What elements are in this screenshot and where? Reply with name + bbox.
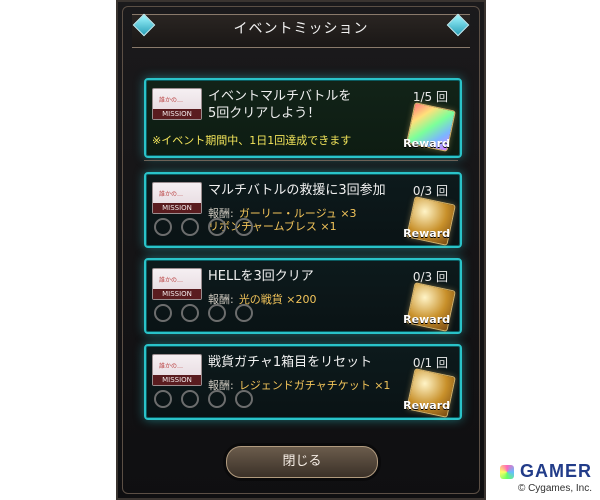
- star-icon: [181, 390, 200, 408]
- mission-title: マルチバトルの救援に3回参加: [208, 183, 386, 198]
- mission-thumbnail-label: MISSION: [153, 109, 201, 119]
- reward-label: Reward: [403, 137, 450, 150]
- star-icon: [208, 304, 227, 322]
- reward-label: Reward: [403, 313, 450, 326]
- mission-title: 戦貨ガチャ1箱目をリセット: [208, 355, 373, 370]
- mission-card-1[interactable]: 誰かの… MISSION イベントマルチバトルを 5回クリアしよう！ 1/5 回…: [144, 78, 462, 158]
- mission-stars: [154, 218, 257, 240]
- mission-thumbnail: 誰かの… MISSION: [152, 268, 202, 300]
- close-button[interactable]: 閉じる: [226, 446, 378, 478]
- mission-thumbnail-text: 誰かの…: [159, 277, 184, 284]
- reward-value: レジェンドガチャチケット ×1: [238, 379, 391, 392]
- star-icon: [235, 218, 254, 236]
- copyright-text: © Cygames, Inc.: [517, 483, 592, 494]
- star-icon: [208, 390, 227, 408]
- mission-stars: [154, 390, 257, 412]
- mission-title-line1: イベントマルチバトルを: [208, 89, 352, 104]
- star-icon: [154, 304, 172, 322]
- mission-thumbnail: 誰かの… MISSION: [152, 354, 202, 386]
- star-icon: [235, 304, 254, 322]
- mission-note: ※イベント期間中、1日1回達成できます: [152, 134, 352, 147]
- mission-thumbnail-text: 誰かの…: [159, 97, 184, 104]
- mission-card-2[interactable]: 誰かの… MISSION マルチバトルの救援に3回参加 0/3 回 報酬: ガー…: [144, 172, 462, 248]
- mission-stars: [154, 304, 257, 326]
- star-icon: [208, 218, 227, 236]
- mission-thumbnail: 誰かの… MISSION: [152, 182, 202, 214]
- mission-title: HELLを3回クリア: [208, 269, 314, 284]
- section-divider: [144, 160, 458, 161]
- mission-thumbnail-text: 誰かの…: [159, 191, 184, 198]
- reward-label: Reward: [403, 399, 450, 412]
- reward-label: Reward: [403, 227, 450, 240]
- gamer-logo-text: GAMER: [520, 461, 592, 481]
- event-missions-dialog: イベントミッション 誰かの… MISSION イベントマルチバトルを 5回クリア…: [116, 0, 486, 500]
- mission-thumbnail-label: MISSION: [153, 289, 201, 299]
- mission-card-3[interactable]: 誰かの… MISSION HELLを3回クリア 0/3 回 報酬: 光の戦貨 ×…: [144, 258, 462, 334]
- dialog-title: イベントミッション: [233, 21, 369, 37]
- star-icon: [154, 390, 172, 408]
- gamer-logo: GAMER: [500, 461, 592, 482]
- mission-card-4[interactable]: 誰かの… MISSION 戦貨ガチャ1箱目をリセット 0/1 回 報酬: レジェ…: [144, 344, 462, 420]
- gamer-logo-mark-icon: [500, 465, 514, 479]
- mission-thumbnail-text: 誰かの…: [159, 363, 184, 370]
- mission-thumbnail-label: MISSION: [153, 203, 201, 213]
- star-icon: [235, 390, 254, 408]
- mission-title-line2: 5回クリアしよう！: [208, 106, 321, 121]
- mission-title: イベントマルチバトルを 5回クリアしよう！: [208, 88, 351, 122]
- mission-thumbnail-label: MISSION: [153, 375, 201, 385]
- star-icon: [154, 218, 172, 236]
- mission-thumbnail: 誰かの… MISSION: [152, 88, 202, 120]
- star-icon: [181, 304, 200, 322]
- star-icon: [181, 218, 200, 236]
